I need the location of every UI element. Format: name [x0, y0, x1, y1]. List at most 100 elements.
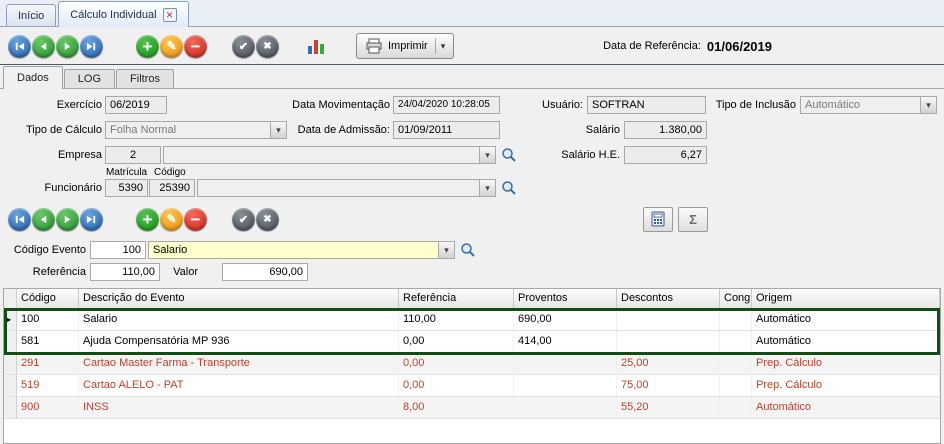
cell-cong [720, 397, 752, 418]
cell-descontos: 55,20 [617, 397, 720, 418]
subtab-bar: Dados LOG Filtros [0, 66, 944, 89]
funcionario-search-icon[interactable] [500, 179, 518, 197]
empresa-field[interactable]: 2 [105, 146, 161, 164]
evento-select[interactable]: Salario ▾ [148, 241, 455, 259]
codigo-field[interactable]: 25390 [149, 179, 195, 197]
cell-proventos [514, 353, 617, 374]
dropdown-arrow-icon[interactable]: ▾ [270, 122, 286, 138]
event-nav-last-button[interactable] [80, 208, 103, 231]
cell-codigo: 519 [17, 375, 79, 396]
cell-codigo: 291 [17, 353, 79, 374]
exercicio-label: Exercício [28, 99, 102, 112]
reference-date-label: Data de Referência: [603, 40, 701, 52]
cell-codigo: 581 [17, 331, 79, 352]
minus-icon: − [191, 39, 201, 54]
salario-he-field[interactable]: 6,27 [624, 146, 707, 164]
subtab-dados[interactable]: Dados [3, 66, 63, 89]
event-nav-prev-button[interactable] [32, 208, 55, 231]
add-button[interactable]: + [136, 35, 159, 58]
dropdown-arrow-icon[interactable]: ▾ [920, 97, 936, 113]
tipo-calculo-select[interactable]: Folha Normal ▾ [105, 121, 287, 139]
first-record-icon [14, 214, 25, 225]
codigo-evento-field[interactable]: 100 [90, 241, 146, 259]
table-row[interactable]: 581 Ajuda Compensatória MP 936 0,00 414,… [4, 331, 940, 353]
evento-select-value: Salario [149, 242, 438, 258]
salario-label: Salário [546, 124, 620, 137]
event-add-button[interactable]: + [136, 208, 159, 231]
valor-label: Valor [140, 266, 198, 279]
dropdown-arrow-icon[interactable]: ▾ [479, 180, 495, 196]
event-nav-first-button[interactable] [8, 208, 31, 231]
nav-last-button[interactable] [80, 35, 103, 58]
check-icon: ✔ [239, 213, 248, 226]
col-header-cong[interactable]: Cong. [720, 289, 752, 308]
dropdown-arrow-icon[interactable]: ▾ [438, 242, 454, 258]
tab-calculo-individual-label: Cálculo Individual [70, 9, 156, 21]
cell-referencia: 0,00 [399, 375, 514, 396]
cell-origem: Prep. Cálculo [752, 353, 940, 374]
table-row[interactable]: 519 Cartao ALELO - PAT 0,00 75,00 Prep. … [4, 375, 940, 397]
edit-button[interactable]: ✎ [160, 35, 183, 58]
event-edit-button[interactable]: ✎ [160, 208, 183, 231]
print-button[interactable]: Imprimir ▾ [356, 33, 454, 59]
sum-button[interactable]: Σ [678, 207, 708, 232]
cell-referencia: 0,00 [399, 353, 514, 374]
codigo-evento-label: Código Evento [4, 244, 86, 257]
col-header-codigo[interactable]: Código [17, 289, 79, 308]
nav-prev-button[interactable] [32, 35, 55, 58]
table-row[interactable]: 900 INSS 8,00 55,20 Automático [4, 397, 940, 419]
cancel-button[interactable]: ✖ [256, 35, 279, 58]
exercicio-field[interactable]: 06/2019 [105, 96, 167, 114]
data-movimentacao-field[interactable]: 24/04/2020 10:28:05 [393, 96, 500, 114]
cell-referencia: 110,00 [399, 309, 514, 330]
tipo-inclusao-label: Tipo de Inclusão [710, 99, 796, 112]
last-record-icon [86, 41, 97, 52]
col-header-proventos[interactable]: Proventos [514, 289, 617, 308]
print-dropdown-icon[interactable]: ▾ [441, 41, 446, 52]
salario-field[interactable]: 1.380,00 [624, 121, 707, 139]
cell-descricao: Salario [79, 309, 399, 330]
funcionario-select[interactable]: ▾ [197, 179, 496, 197]
event-nav-next-button[interactable] [56, 208, 79, 231]
nav-first-button[interactable] [8, 35, 31, 58]
grid-corner [4, 289, 17, 308]
nav-next-button[interactable] [56, 35, 79, 58]
subtab-log[interactable]: LOG [64, 69, 115, 88]
col-header-descontos[interactable]: Descontos [617, 289, 720, 308]
tab-calculo-individual[interactable]: Cálculo Individual ✕ [58, 1, 188, 27]
matricula-field[interactable]: 5390 [105, 179, 148, 197]
cell-cong [720, 353, 752, 374]
empresa-search-icon[interactable] [500, 146, 518, 164]
calculator-button[interactable] [643, 207, 673, 232]
evento-search-icon[interactable] [459, 241, 477, 259]
tipo-calculo-label: Tipo de Cálculo [18, 124, 102, 137]
plus-icon: + [143, 211, 153, 228]
subtab-filtros[interactable]: Filtros [116, 69, 174, 88]
cell-referencia: 8,00 [399, 397, 514, 418]
event-confirm-button[interactable]: ✔ [232, 208, 255, 231]
data-admissao-field[interactable]: 01/09/2011 [393, 121, 500, 139]
empresa-select[interactable]: ▾ [163, 146, 496, 164]
usuario-field[interactable]: SOFTRAN [587, 96, 706, 114]
tab-inicio[interactable]: Início [6, 4, 56, 26]
table-row[interactable]: 291 Cartao Master Farma - Transporte 0,0… [4, 353, 940, 375]
valor-field[interactable]: 690,00 [222, 263, 308, 281]
confirm-button[interactable]: ✔ [232, 35, 255, 58]
grid-header: Código Descrição do Evento Referência Pr… [4, 289, 940, 309]
dropdown-arrow-icon[interactable]: ▾ [479, 147, 495, 163]
col-header-descricao[interactable]: Descrição do Evento [79, 289, 399, 308]
col-header-referencia[interactable]: Referência [399, 289, 514, 308]
tab-close-icon[interactable]: ✕ [163, 8, 177, 22]
cell-codigo: 900 [17, 397, 79, 418]
event-cancel-button[interactable]: ✖ [256, 208, 279, 231]
tipo-inclusao-select[interactable]: Automático ▾ [800, 96, 937, 114]
col-header-origem[interactable]: Origem [752, 289, 940, 308]
main-toolbar: + ✎ − ✔ ✖ Imprimir ▾ Data de Referência:… [0, 28, 944, 65]
event-delete-button[interactable]: − [184, 208, 207, 231]
delete-button[interactable]: − [184, 35, 207, 58]
table-row[interactable]: ▶ 100 Salario 110,00 690,00 Automático [4, 309, 940, 331]
printer-icon [365, 38, 383, 54]
funcionario-select-value [198, 180, 479, 196]
chart-button[interactable] [302, 33, 330, 59]
row-marker-icon [4, 331, 17, 352]
